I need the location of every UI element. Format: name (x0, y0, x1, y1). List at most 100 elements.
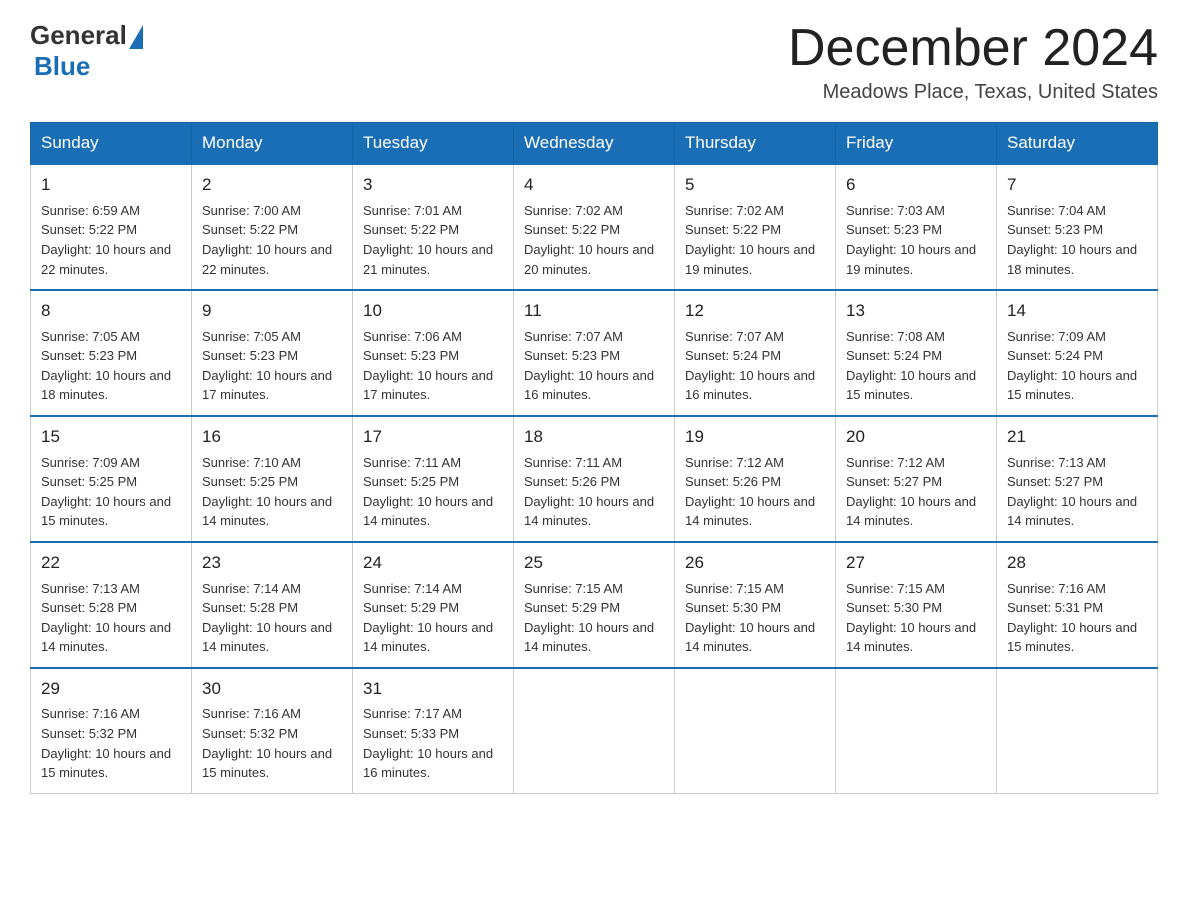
day-number: 15 (41, 425, 181, 450)
day-info: Sunrise: 7:03 AMSunset: 5:23 PMDaylight:… (846, 203, 976, 277)
day-info: Sunrise: 7:07 AMSunset: 5:24 PMDaylight:… (685, 329, 815, 403)
calendar-cell: 10Sunrise: 7:06 AMSunset: 5:23 PMDayligh… (353, 290, 514, 416)
weekday-header-monday: Monday (192, 123, 353, 165)
calendar-cell (836, 668, 997, 793)
day-info: Sunrise: 6:59 AMSunset: 5:22 PMDaylight:… (41, 203, 171, 277)
calendar-cell: 29 Sunrise: 7:16 AMSunset: 5:32 PMDayligh… (31, 668, 192, 793)
logo: General Blue (30, 20, 143, 82)
day-info: Sunrise: 7:15 AMSunset: 5:29 PMDaylight:… (524, 581, 654, 655)
day-number: 23 (202, 551, 342, 576)
calendar-cell: 21 Sunrise: 7:13 AMSunset: 5:27 PMDayligh… (997, 416, 1158, 542)
month-title: December 2024 (788, 20, 1158, 77)
day-info: Sunrise: 7:13 AMSunset: 5:27 PMDaylight:… (1007, 455, 1137, 529)
day-info: Sunrise: 7:12 AMSunset: 5:27 PMDaylight:… (846, 455, 976, 529)
day-number: 21 (1007, 425, 1147, 450)
calendar-cell: 22Sunrise: 7:13 AMSunset: 5:28 PMDayligh… (31, 542, 192, 668)
day-info: Sunrise: 7:02 AMSunset: 5:22 PMDaylight:… (685, 203, 815, 277)
week-row-2: 8 Sunrise: 7:05 AMSunset: 5:23 PMDaylight… (31, 290, 1158, 416)
day-number: 31 (363, 677, 503, 702)
day-number: 17 (363, 425, 503, 450)
day-info: Sunrise: 7:09 AMSunset: 5:25 PMDaylight:… (41, 455, 171, 529)
week-row-5: 29 Sunrise: 7:16 AMSunset: 5:32 PMDayligh… (31, 668, 1158, 793)
calendar-cell: 28Sunrise: 7:16 AMSunset: 5:31 PMDayligh… (997, 542, 1158, 668)
weekday-header-sunday: Sunday (31, 123, 192, 165)
calendar-cell: 8 Sunrise: 7:05 AMSunset: 5:23 PMDaylight… (31, 290, 192, 416)
calendar-cell: 7 Sunrise: 7:04 AMSunset: 5:23 PMDaylight… (997, 164, 1158, 290)
day-number: 24 (363, 551, 503, 576)
calendar-cell: 20 Sunrise: 7:12 AMSunset: 5:27 PMDayligh… (836, 416, 997, 542)
day-number: 29 (41, 677, 181, 702)
calendar-cell: 27 Sunrise: 7:15 AMSunset: 5:30 PMDayligh… (836, 542, 997, 668)
day-info: Sunrise: 7:14 AMSunset: 5:28 PMDaylight:… (202, 581, 332, 655)
day-info: Sunrise: 7:13 AMSunset: 5:28 PMDaylight:… (41, 581, 171, 655)
calendar-cell: 13Sunrise: 7:08 AMSunset: 5:24 PMDayligh… (836, 290, 997, 416)
day-info: Sunrise: 7:04 AMSunset: 5:23 PMDaylight:… (1007, 203, 1137, 277)
day-number: 18 (524, 425, 664, 450)
weekday-header-saturday: Saturday (997, 123, 1158, 165)
day-info: Sunrise: 7:01 AMSunset: 5:22 PMDaylight:… (363, 203, 493, 277)
calendar-cell: 2 Sunrise: 7:00 AMSunset: 5:22 PMDaylight… (192, 164, 353, 290)
calendar-cell: 26Sunrise: 7:15 AMSunset: 5:30 PMDayligh… (675, 542, 836, 668)
location-title: Meadows Place, Texas, United States (788, 81, 1158, 104)
weekday-header-wednesday: Wednesday (514, 123, 675, 165)
day-info: Sunrise: 7:12 AMSunset: 5:26 PMDaylight:… (685, 455, 815, 529)
day-number: 6 (846, 173, 986, 198)
day-number: 8 (41, 299, 181, 324)
day-number: 1 (41, 173, 181, 198)
calendar-cell: 6 Sunrise: 7:03 AMSunset: 5:23 PMDaylight… (836, 164, 997, 290)
day-number: 20 (846, 425, 986, 450)
weekday-header-friday: Friday (836, 123, 997, 165)
calendar-cell: 11 Sunrise: 7:07 AMSunset: 5:23 PMDayligh… (514, 290, 675, 416)
calendar-cell: 4Sunrise: 7:02 AMSunset: 5:22 PMDaylight… (514, 164, 675, 290)
weekday-header-row: SundayMondayTuesdayWednesdayThursdayFrid… (31, 123, 1158, 165)
day-info: Sunrise: 7:14 AMSunset: 5:29 PMDaylight:… (363, 581, 493, 655)
day-info: Sunrise: 7:16 AMSunset: 5:31 PMDaylight:… (1007, 581, 1137, 655)
page-header: General Blue December 2024 Meadows Place… (30, 20, 1158, 104)
logo-general-text: General (30, 20, 127, 51)
calendar-cell: 23 Sunrise: 7:14 AMSunset: 5:28 PMDayligh… (192, 542, 353, 668)
day-number: 5 (685, 173, 825, 198)
calendar-table: SundayMondayTuesdayWednesdayThursdayFrid… (30, 122, 1158, 793)
calendar-cell: 5 Sunrise: 7:02 AMSunset: 5:22 PMDaylight… (675, 164, 836, 290)
day-info: Sunrise: 7:11 AMSunset: 5:26 PMDaylight:… (524, 455, 654, 529)
day-info: Sunrise: 7:10 AMSunset: 5:25 PMDaylight:… (202, 455, 332, 529)
calendar-cell: 18 Sunrise: 7:11 AMSunset: 5:26 PMDayligh… (514, 416, 675, 542)
day-info: Sunrise: 7:16 AMSunset: 5:32 PMDaylight:… (41, 706, 171, 780)
weekday-header-tuesday: Tuesday (353, 123, 514, 165)
day-info: Sunrise: 7:00 AMSunset: 5:22 PMDaylight:… (202, 203, 332, 277)
calendar-cell: 24 Sunrise: 7:14 AMSunset: 5:29 PMDayligh… (353, 542, 514, 668)
calendar-cell: 12 Sunrise: 7:07 AMSunset: 5:24 PMDayligh… (675, 290, 836, 416)
day-number: 16 (202, 425, 342, 450)
calendar-cell: 30Sunrise: 7:16 AMSunset: 5:32 PMDayligh… (192, 668, 353, 793)
calendar-cell: 3 Sunrise: 7:01 AMSunset: 5:22 PMDaylight… (353, 164, 514, 290)
calendar-cell: 14Sunrise: 7:09 AMSunset: 5:24 PMDayligh… (997, 290, 1158, 416)
day-info: Sunrise: 7:02 AMSunset: 5:22 PMDaylight:… (524, 203, 654, 277)
day-info: Sunrise: 7:15 AMSunset: 5:30 PMDaylight:… (685, 581, 815, 655)
calendar-cell: 19Sunrise: 7:12 AMSunset: 5:26 PMDayligh… (675, 416, 836, 542)
day-info: Sunrise: 7:07 AMSunset: 5:23 PMDaylight:… (524, 329, 654, 403)
day-number: 11 (524, 299, 664, 324)
calendar-cell: 25 Sunrise: 7:15 AMSunset: 5:29 PMDayligh… (514, 542, 675, 668)
day-number: 2 (202, 173, 342, 198)
calendar-cell: 15 Sunrise: 7:09 AMSunset: 5:25 PMDayligh… (31, 416, 192, 542)
day-info: Sunrise: 7:05 AMSunset: 5:23 PMDaylight:… (202, 329, 332, 403)
day-number: 25 (524, 551, 664, 576)
day-info: Sunrise: 7:06 AMSunset: 5:23 PMDaylight:… (363, 329, 493, 403)
day-number: 7 (1007, 173, 1147, 198)
day-info: Sunrise: 7:15 AMSunset: 5:30 PMDaylight:… (846, 581, 976, 655)
logo-triangle-icon (129, 25, 143, 49)
day-info: Sunrise: 7:08 AMSunset: 5:24 PMDaylight:… (846, 329, 976, 403)
day-number: 27 (846, 551, 986, 576)
day-info: Sunrise: 7:11 AMSunset: 5:25 PMDaylight:… (363, 455, 493, 529)
calendar-cell: 16 Sunrise: 7:10 AMSunset: 5:25 PMDayligh… (192, 416, 353, 542)
calendar-cell: 1 Sunrise: 6:59 AMSunset: 5:22 PMDaylight… (31, 164, 192, 290)
day-number: 30 (202, 677, 342, 702)
day-number: 9 (202, 299, 342, 324)
calendar-cell: 17 Sunrise: 7:11 AMSunset: 5:25 PMDayligh… (353, 416, 514, 542)
calendar-cell (514, 668, 675, 793)
day-number: 3 (363, 173, 503, 198)
day-info: Sunrise: 7:05 AMSunset: 5:23 PMDaylight:… (41, 329, 171, 403)
calendar-cell (675, 668, 836, 793)
day-number: 12 (685, 299, 825, 324)
week-row-4: 22Sunrise: 7:13 AMSunset: 5:28 PMDayligh… (31, 542, 1158, 668)
